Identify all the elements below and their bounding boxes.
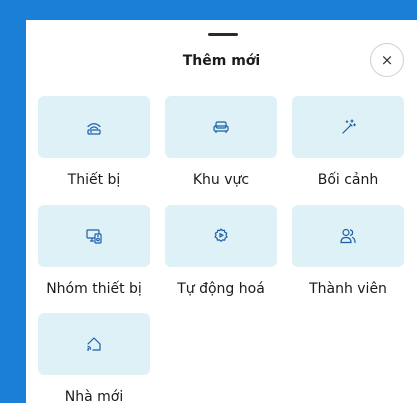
- add-new-home-label: Nhà mới: [64, 389, 124, 403]
- close-icon: ×: [380, 51, 394, 69]
- sofa-icon: [212, 118, 230, 136]
- add-device-button[interactable]: [38, 96, 150, 158]
- add-device-label: Thiết bị: [67, 172, 121, 188]
- add-area-label: Khu vực: [192, 172, 250, 188]
- add-area-item[interactable]: Khu vực: [161, 96, 281, 188]
- device-group-icon: [85, 227, 103, 245]
- add-new-sheet: Thêm mới × Thiết bị Khu vực Bối cảnh Nhó…: [26, 20, 417, 403]
- add-new-home-item[interactable]: Nhà mới: [34, 313, 154, 403]
- add-device-item[interactable]: Thiết bị: [34, 96, 154, 188]
- new-home-icon: [85, 335, 103, 353]
- add-member-item[interactable]: Thành viên: [288, 205, 408, 297]
- add-device-group-button[interactable]: [38, 205, 150, 267]
- add-scene-label: Bối cảnh: [317, 172, 379, 188]
- add-scene-item[interactable]: Bối cảnh: [288, 96, 408, 188]
- drag-handle[interactable]: [208, 33, 238, 36]
- add-device-group-label: Nhóm thiết bị: [46, 281, 142, 297]
- automation-gear-icon: [212, 227, 230, 245]
- add-area-button[interactable]: [165, 96, 277, 158]
- add-member-label: Thành viên: [309, 281, 387, 297]
- add-member-button[interactable]: [292, 205, 404, 267]
- add-automation-button[interactable]: [165, 205, 277, 267]
- sheet-title: Thêm mới: [182, 53, 261, 69]
- add-scene-button[interactable]: [292, 96, 404, 158]
- add-automation-label: Tự động hoá: [177, 281, 265, 297]
- add-device-group-item[interactable]: Nhóm thiết bị: [34, 205, 154, 297]
- members-icon: [339, 227, 357, 245]
- magic-wand-icon: [339, 118, 357, 136]
- router-icon: [85, 118, 103, 136]
- close-button[interactable]: ×: [370, 43, 404, 77]
- add-automation-item[interactable]: Tự động hoá: [161, 205, 281, 297]
- add-new-home-button[interactable]: [38, 313, 150, 375]
